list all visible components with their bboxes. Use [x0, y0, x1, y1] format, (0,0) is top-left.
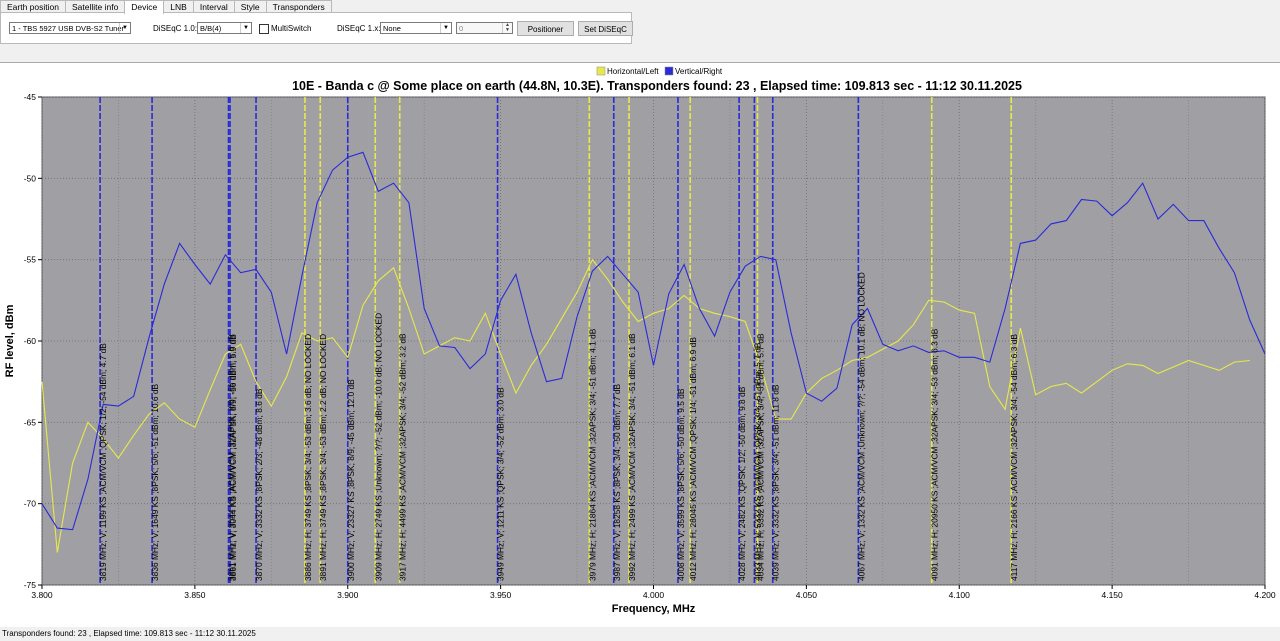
diseqc1x-select[interactable]: None ▼ [380, 22, 452, 34]
legend-label-horizontal: Horizontal/Left [607, 67, 659, 76]
x-tick-label: 4.200 [1254, 590, 1276, 600]
transponder-label: 3861 MHz; V; 3044 KS ;ACM/VCM ;32APSK; 8… [228, 334, 238, 581]
x-tick-label: 3.850 [184, 590, 206, 600]
y-tick-labels: -45 -50 -55 -60 -65 -70 -75 [24, 92, 37, 590]
y-axis-label: RF level, dBm [4, 304, 16, 377]
transponder-label: 3987 MHz; V; 18258 KS ;8PSK; 3/4; -50 dB… [612, 384, 622, 581]
transponder-label: 3891 MHz; H; 3749 KS ;8PSK; 3/4; -53 dBm… [318, 334, 328, 581]
diseqc10-select-value: B/B(4) [200, 24, 222, 33]
y-tick-label: -65 [24, 417, 37, 427]
position-spinner-value: 0 [459, 24, 464, 33]
transponder-label: 3870 MHz; V; 3332 KS ;8PSK; 2/3; -48 dBm… [254, 388, 264, 581]
spectrum-chart-panel: 3819 MHz; V; 1199 KS ;ACM/VCM ;QPSK; 1/2… [0, 62, 1280, 627]
transponder-label: 3819 MHz; V; 1199 KS ;ACM/VCM ;QPSK; 1/2… [98, 343, 108, 581]
transponder-label: 4117 MHz; H; 2166 KS ;ACM/VCM ;32APSK; 3… [1009, 334, 1019, 581]
chevron-down-icon: ▼ [240, 23, 251, 33]
spectrum-chart[interactable]: 3819 MHz; V; 1199 KS ;ACM/VCM ;QPSK; 1/2… [0, 63, 1280, 627]
transponder-label: 4028 MHz; V; 2482 KS ;QPSK; 1/2; -50 dBm… [737, 386, 747, 581]
y-tick-label: -45 [24, 92, 37, 102]
x-tick-label: 4.100 [949, 590, 971, 600]
transponder-label: 4012 MHz; H; 28045 KS ;ACM/VCM ;QPSK; 1/… [688, 337, 698, 581]
chevron-down-icon: ▼ [119, 23, 130, 33]
transponder-label: 4008 MHz; V; 3599 KS ;8PSK; 5/6; -50 dBm… [676, 388, 686, 581]
x-tick-label: 4.000 [643, 590, 665, 600]
multiswitch-label: MultiSwitch [271, 24, 312, 33]
transponder-label: 3836 MHz; V; 1649 KS ;8PSK; 5/6; -51 dBm… [150, 384, 160, 581]
transponder-label: 3900 MHz; V; 23327 KS ;8PSK; 8/9; -45 dB… [346, 379, 356, 581]
y-tick-label: -60 [24, 336, 37, 346]
y-tick-label: -75 [24, 580, 37, 590]
x-tick-label: 4.150 [1101, 590, 1123, 600]
multiswitch-checkbox[interactable] [259, 24, 269, 34]
transponder-label: 3909 MHz; H; 2749 KS ;Unknown; ?/?; -52 … [373, 313, 383, 581]
y-tick-label: -50 [24, 173, 37, 183]
transponder-label: 3979 MHz; H; 21864 KS ;ACM/VCM ;32APSK; … [587, 328, 597, 581]
diseqc10-select[interactable]: B/B(4) ▼ [197, 22, 252, 34]
transponder-label: 3886 MHz; H; 3749 KS ;8PSK; 3/4; -53 dBm… [303, 334, 313, 581]
legend-swatch-horizontal [596, 66, 606, 76]
transponder-label: 4039 MHz; V; 3332 KS ;8PSK; 3/4; -51 dBm… [771, 384, 781, 581]
position-spinner[interactable]: 0 ▲ ▼ [456, 22, 513, 34]
device-panel: 1 - TBS 5927 USB DVB-S2 Tuner ▼ DiSEqC 1… [0, 12, 633, 44]
spinner-arrows-icon[interactable]: ▲ ▼ [502, 23, 512, 33]
x-tick-label: 3.900 [337, 590, 359, 600]
x-tick-label: 4.050 [796, 590, 818, 600]
tab-device[interactable]: Device [124, 0, 165, 14]
x-tick-label: 3.800 [31, 590, 53, 600]
transponder-label: 3992 MHz; H; 2499 KS ;ACM/VCM ;32APSK; 3… [627, 333, 637, 581]
tuner-select[interactable]: 1 - TBS 5927 USB DVB-S2 Tuner ▼ [9, 22, 131, 34]
y-tick-label: -55 [24, 255, 37, 265]
y-tick-label: -70 [24, 499, 37, 509]
legend: Horizontal/Left Vertical/Right [596, 66, 723, 76]
chevron-down-icon: ▼ [440, 23, 451, 33]
diseqc10-label: DiSEqC 1.0: [153, 24, 198, 33]
tuner-select-value: 1 - TBS 5927 USB DVB-S2 Tuner [12, 24, 124, 33]
set-diseqc-button[interactable]: Set DiSEqC [578, 21, 633, 36]
transponder-label: 3949 MHz; V; 1211 KS ;QPSK; 3/4; -52 dBm… [496, 387, 506, 581]
chart-title: 10E - Banda c @ Some place on earth (44.… [292, 79, 1022, 93]
x-tick-labels: 3.800 3.850 3.900 3.950 4.000 4.050 4.100 4.150… [31, 590, 1276, 600]
transponder-label: 4091 MHz; H; 20950 KS ;ACM/VCM ;32APSK; … [930, 328, 940, 581]
x-tick-label: 3.950 [490, 590, 512, 600]
diseqc1x-label: DiSEqC 1.x: [337, 24, 381, 33]
transponder-label: 4034 MHz; H; 5332 KS ;ACM/VCM ;32APSK; 3… [756, 333, 766, 581]
diseqc1x-select-value: None [383, 24, 401, 33]
transponder-label: 4067 MHz; V; 1332 KS ;ACM/VCM ;Unknown; … [856, 272, 866, 581]
legend-label-vertical: Vertical/Right [675, 67, 723, 76]
transponder-label: 3917 MHz; H; 4499 KS ;ACM/VCM ;32APSK; 3… [398, 333, 408, 581]
positioner-button[interactable]: Positioner [517, 21, 574, 36]
status-bar: Transponders found: 23 , Elapsed time: 1… [2, 629, 256, 638]
legend-swatch-vertical [664, 66, 674, 76]
x-axis-label: Frequency, MHz [612, 603, 696, 615]
